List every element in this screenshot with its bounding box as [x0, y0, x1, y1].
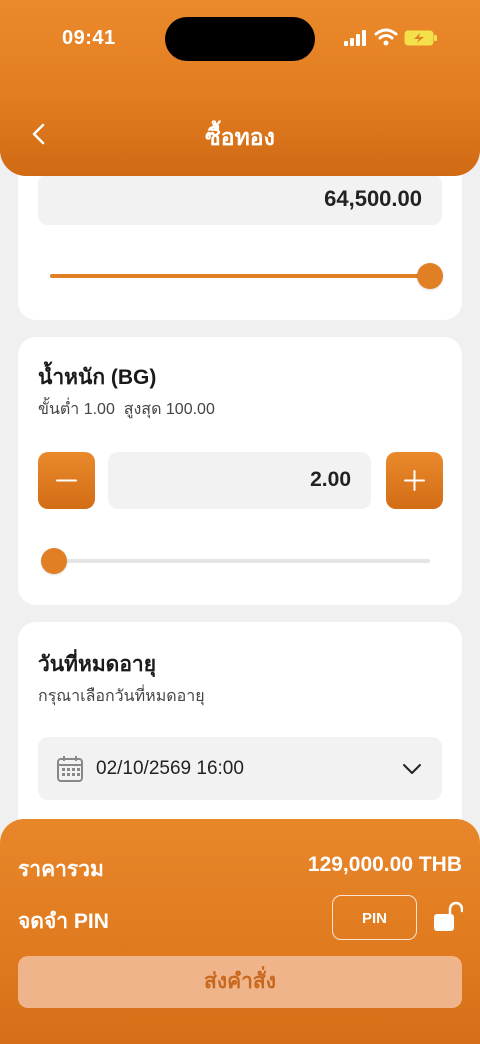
dynamic-island [165, 17, 315, 61]
weight-card: น้ำหนัก (BG) ขั้นต่ำ 1.00 สูงสุด 100.00 … [18, 337, 462, 605]
increase-button[interactable] [386, 452, 443, 509]
signal-icon [344, 30, 366, 46]
wifi-icon [374, 28, 398, 46]
amount-slider-fill [50, 274, 430, 278]
header-bar: 09:41 ซื้อทอง [0, 0, 480, 176]
chevron-down-icon [403, 764, 421, 774]
minus-icon [56, 479, 77, 482]
plus-icon [404, 470, 425, 491]
calendar-icon [57, 756, 83, 782]
expiry-date-value: 02/10/2569 16:00 [96, 758, 244, 779]
amount-slider[interactable] [50, 263, 443, 289]
amount-slider-thumb[interactable] [417, 263, 443, 289]
submit-order-button[interactable]: ส่งคำสั่ง [18, 956, 462, 1008]
remember-pin-label: จดจำ PIN [18, 910, 109, 933]
order-summary-panel: ราคารวม 129,000.00 THB จดจำ PIN PIN ส่งค… [0, 819, 480, 1044]
unlock-icon[interactable] [433, 901, 463, 933]
quantity-value: 2.00 [310, 468, 351, 491]
weight-limits: ขั้นต่ำ 1.00 สูงสุด 100.00 [38, 401, 215, 418]
weight-slider-thumb[interactable] [40, 548, 67, 574]
expiry-subtitle: กรุณาเลือกวันที่หมดอายุ [38, 688, 205, 705]
quantity-field[interactable]: 2.00 [108, 452, 371, 509]
weight-title: น้ำหนัก (BG) [38, 366, 157, 389]
amount-field[interactable]: 64,500.00 [38, 174, 442, 225]
expiry-title: วันที่หมดอายุ [38, 653, 157, 676]
total-label: ราคารวม [18, 858, 104, 881]
weight-slider[interactable] [40, 548, 430, 574]
pin-button[interactable]: PIN [332, 895, 417, 940]
total-value: 129,000.00 THB [307, 853, 462, 876]
page-title: ซื้อทอง [205, 124, 275, 150]
decrease-button[interactable] [38, 452, 95, 509]
battery-icon [404, 30, 437, 46]
amount-value: 64,500.00 [324, 186, 422, 211]
expiry-date-select[interactable]: 02/10/2569 16:00 [38, 737, 442, 800]
status-time: 09:41 [62, 27, 116, 49]
